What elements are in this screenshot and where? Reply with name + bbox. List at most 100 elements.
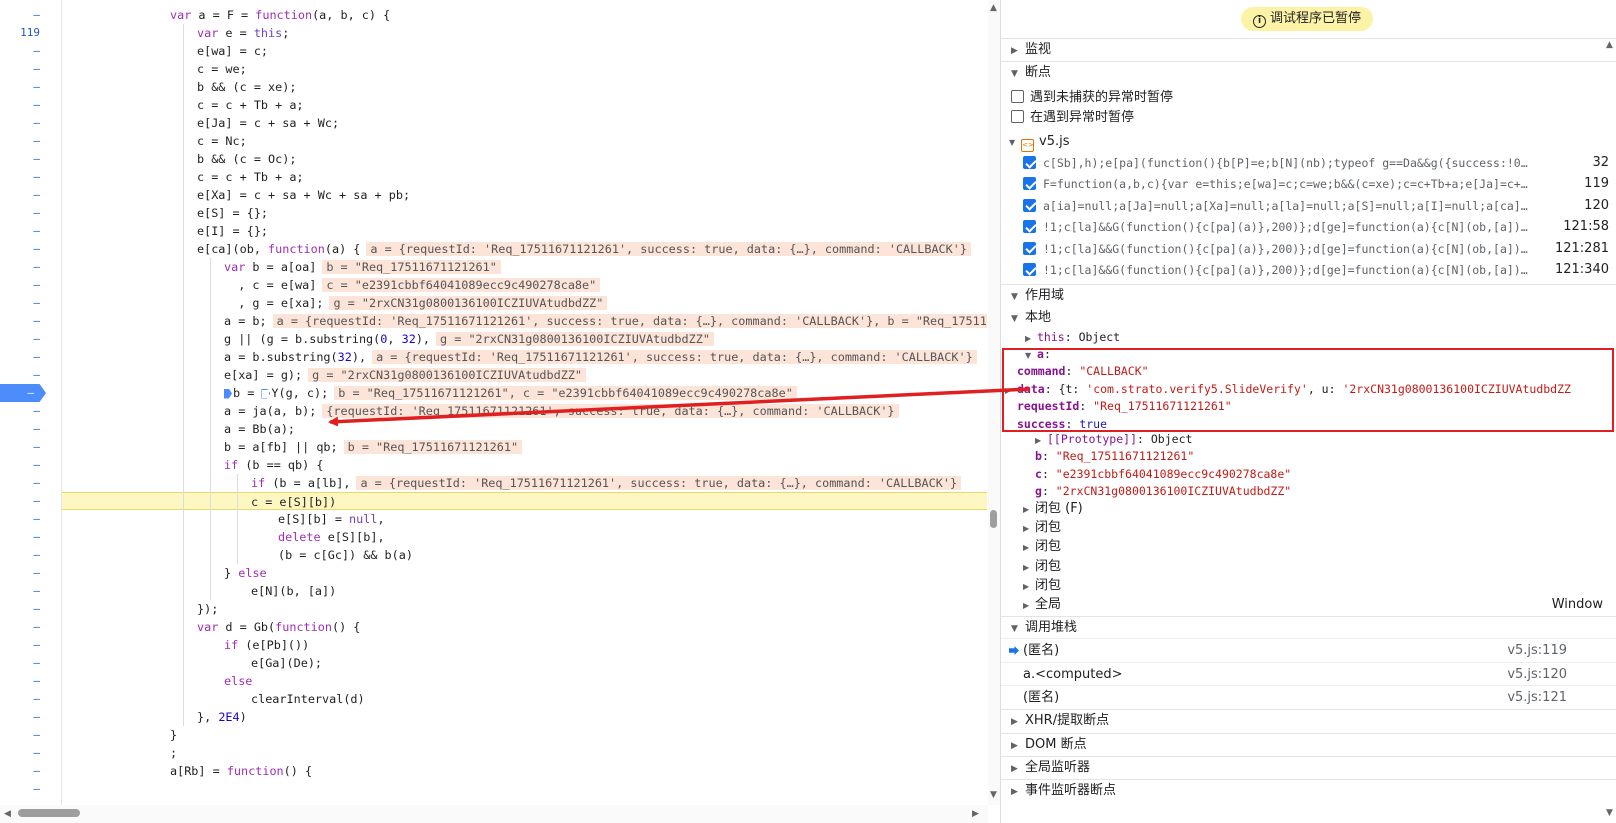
scroll-right-icon[interactable]: ▶ — [972, 809, 979, 819]
call-frame-location[interactable]: v5.js:119 — [1507, 639, 1567, 662]
scope-prototype[interactable]: ▶ [[Prototype]]: Object — [1035, 430, 1192, 448]
scope-section-header[interactable]: ▼ 作用域 — [1001, 284, 1616, 306]
breakpoints-section-header[interactable]: ▼ 断点 — [1001, 61, 1616, 83]
line-number[interactable]: – — [0, 438, 56, 456]
scope-closure[interactable]: ▶ 闭包 — [1023, 558, 1061, 576]
code-line[interactable]: a = ja(a, b); {requestId: 'Req_1751167112… — [62, 402, 987, 420]
line-number[interactable]: – — [0, 186, 56, 204]
line-number[interactable]: – — [0, 294, 56, 312]
code-line[interactable]: a = b; a = {requestId: 'Req_1751167112126… — [62, 312, 987, 330]
breakpoint-item[interactable]: F=function(a,b,c){var e=this;e[wa]=c;c=w… — [1023, 173, 1609, 195]
line-number[interactable]: – — [0, 510, 56, 528]
breakpoint-item[interactable]: a[ia]=null;a[Ja]=null;a[Xa]=null;a[la]=n… — [1023, 195, 1609, 217]
line-number[interactable]: – — [0, 672, 56, 690]
code-line[interactable]: e[I] = {}; — [62, 222, 987, 240]
scope-variable[interactable]: b: "Req_17511671121261" — [1035, 447, 1194, 465]
code-area[interactable]: var a = F = function(a, b, c) {var e = t… — [62, 0, 987, 805]
line-number[interactable]: – — [0, 150, 56, 168]
code-line[interactable]: e[Ja] = c + sa + Wc; — [62, 114, 987, 132]
line-number[interactable]: – — [0, 114, 56, 132]
editor-horizontal-scrollbar[interactable]: ◀ ▶ — [0, 805, 988, 823]
code-line[interactable]: e[S] = {}; — [62, 204, 987, 222]
code-line[interactable]: b = Y(g, c); b = "Req_17511671121261", c … — [62, 384, 987, 402]
editor-vertical-scrollbar[interactable]: ▲ ▼ — [988, 0, 1000, 805]
line-number[interactable]: 119 — [0, 24, 56, 42]
line-number[interactable]: – — [0, 546, 56, 564]
xhr-breakpoints-header[interactable]: ▶ XHR/提取断点 — [1001, 709, 1616, 731]
scope-variable[interactable]: c: "e2391cbbf64041089ecc9c490278ca8e" — [1035, 465, 1291, 483]
step-marker-icon[interactable] — [261, 388, 271, 399]
code-line[interactable]: var a = F = function(a, b, c) { — [62, 6, 987, 24]
line-number[interactable]: – — [0, 456, 56, 474]
breakpoint-checkbox[interactable] — [1023, 241, 1036, 255]
line-number[interactable]: – — [0, 258, 56, 276]
code-line[interactable]: } else — [62, 564, 987, 582]
scroll-up-icon[interactable]: ▲ — [990, 3, 997, 13]
code-line[interactable]: } — [62, 726, 987, 744]
breakpoint-file-header[interactable]: ▼ <> v5.js — [1009, 132, 1069, 152]
code-line[interactable]: clearInterval(d) — [62, 690, 987, 708]
line-number[interactable]: – — [0, 330, 56, 348]
code-line[interactable]: c = e[S][b]) — [62, 492, 987, 510]
pause-uncaught-option[interactable]: 遇到未捕获的异常时暂停 — [1011, 88, 1173, 108]
line-number[interactable]: – — [0, 348, 56, 366]
line-number[interactable]: – — [0, 582, 56, 600]
line-number[interactable]: – — [0, 492, 56, 510]
line-number[interactable]: – — [0, 474, 56, 492]
line-number[interactable]: – — [0, 60, 56, 78]
line-number[interactable]: – — [0, 366, 56, 384]
step-marker-icon[interactable] — [224, 388, 232, 399]
line-number[interactable]: – — [0, 708, 56, 726]
scope-closure[interactable]: ▶ 闭包 — [1023, 538, 1061, 556]
code-line[interactable]: }, 2E4) — [62, 708, 987, 726]
call-frame[interactable]: (匿名) v5.js:119 — [1001, 638, 1616, 661]
call-frame-location[interactable]: v5.js:121 — [1507, 686, 1567, 709]
line-number[interactable]: – — [0, 78, 56, 96]
code-line[interactable]: , c = e[wa] c = "e2391cbbf64041089ecc9c49… — [62, 276, 987, 294]
code-line[interactable]: c = c + Tb + a; — [62, 168, 987, 186]
line-number[interactable]: – — [0, 726, 56, 744]
line-number[interactable]: – — [0, 636, 56, 654]
code-line[interactable]: var e = this; — [62, 24, 987, 42]
call-frame-location[interactable]: v5.js:120 — [1507, 663, 1567, 686]
scope-closure[interactable]: ▶ 闭包 — [1023, 519, 1061, 537]
breakpoint-checkbox[interactable] — [1023, 263, 1036, 276]
code-line[interactable]: a[Rb] = function() { — [62, 762, 987, 780]
code-line[interactable]: if (e[Pb]()) — [62, 636, 987, 654]
line-number[interactable]: – — [0, 222, 56, 240]
code-line[interactable]: b && (c = Oc); — [62, 150, 987, 168]
editor-horizontal-scroll-thumb[interactable] — [18, 809, 80, 817]
scroll-up-icon[interactable]: ▲ — [1606, 40, 1613, 50]
line-number[interactable]: – — [0, 618, 56, 636]
line-number[interactable]: – — [0, 600, 56, 618]
checkbox[interactable] — [1011, 90, 1024, 103]
code-line[interactable]: a = b.substring(32), a = {requestId: 'Req… — [62, 348, 987, 366]
code-line[interactable]: }); — [62, 600, 987, 618]
line-number[interactable]: – — [0, 564, 56, 582]
code-line[interactable]: e[N](b, [a]) — [62, 582, 987, 600]
scope-global[interactable]: ▶ 全局 Window — [1023, 596, 1613, 614]
code-line[interactable]: else — [62, 672, 987, 690]
line-number[interactable]: – — [0, 6, 56, 24]
code-line[interactable]: e[Xa] = c + sa + Wc + sa + pb; — [62, 186, 987, 204]
scope-closure[interactable]: ▶ 闭包 — [1023, 577, 1061, 595]
call-stack-section-header[interactable]: ▼ 调用堆栈 — [1001, 616, 1616, 638]
scope-this[interactable]: ▶ this: Object — [1025, 328, 1120, 346]
line-number[interactable]: – — [0, 402, 56, 420]
code-line[interactable]: c = Nc; — [62, 132, 987, 150]
line-number[interactable]: – — [0, 384, 46, 402]
code-line[interactable]: g || (g = b.substring(0, 32), g = "2rxCN3… — [62, 330, 987, 348]
watch-section-header[interactable]: ▶ 监视 — [1001, 38, 1616, 60]
line-number[interactable]: – — [0, 240, 56, 258]
code-line[interactable]: c = c + Tb + a; — [62, 96, 987, 114]
code-line[interactable]: e[wa] = c; — [62, 42, 987, 60]
breakpoint-item[interactable]: !1;c[la]&&G(function(){c[pa](a)},200)};d… — [1023, 238, 1609, 260]
line-number[interactable]: – — [0, 780, 56, 798]
code-line[interactable]: e[ca](ob, function(a) {a = {requestId: '… — [62, 240, 987, 258]
code-line[interactable]: a = Bb(a); — [62, 420, 987, 438]
line-number[interactable]: – — [0, 420, 56, 438]
source-editor[interactable]: –119– – – – – – – – – – – – – – – – – – – – – – – – – – – – – – – – – – – –… — [0, 0, 1000, 823]
line-number[interactable]: – — [0, 528, 56, 546]
code-line[interactable]: e[xa] = g); g = "2rxCN31g0800136100ICZIUV… — [62, 366, 987, 384]
code-line[interactable]: var b = a[oa] b = "Req_17511671121261" — [62, 258, 987, 276]
